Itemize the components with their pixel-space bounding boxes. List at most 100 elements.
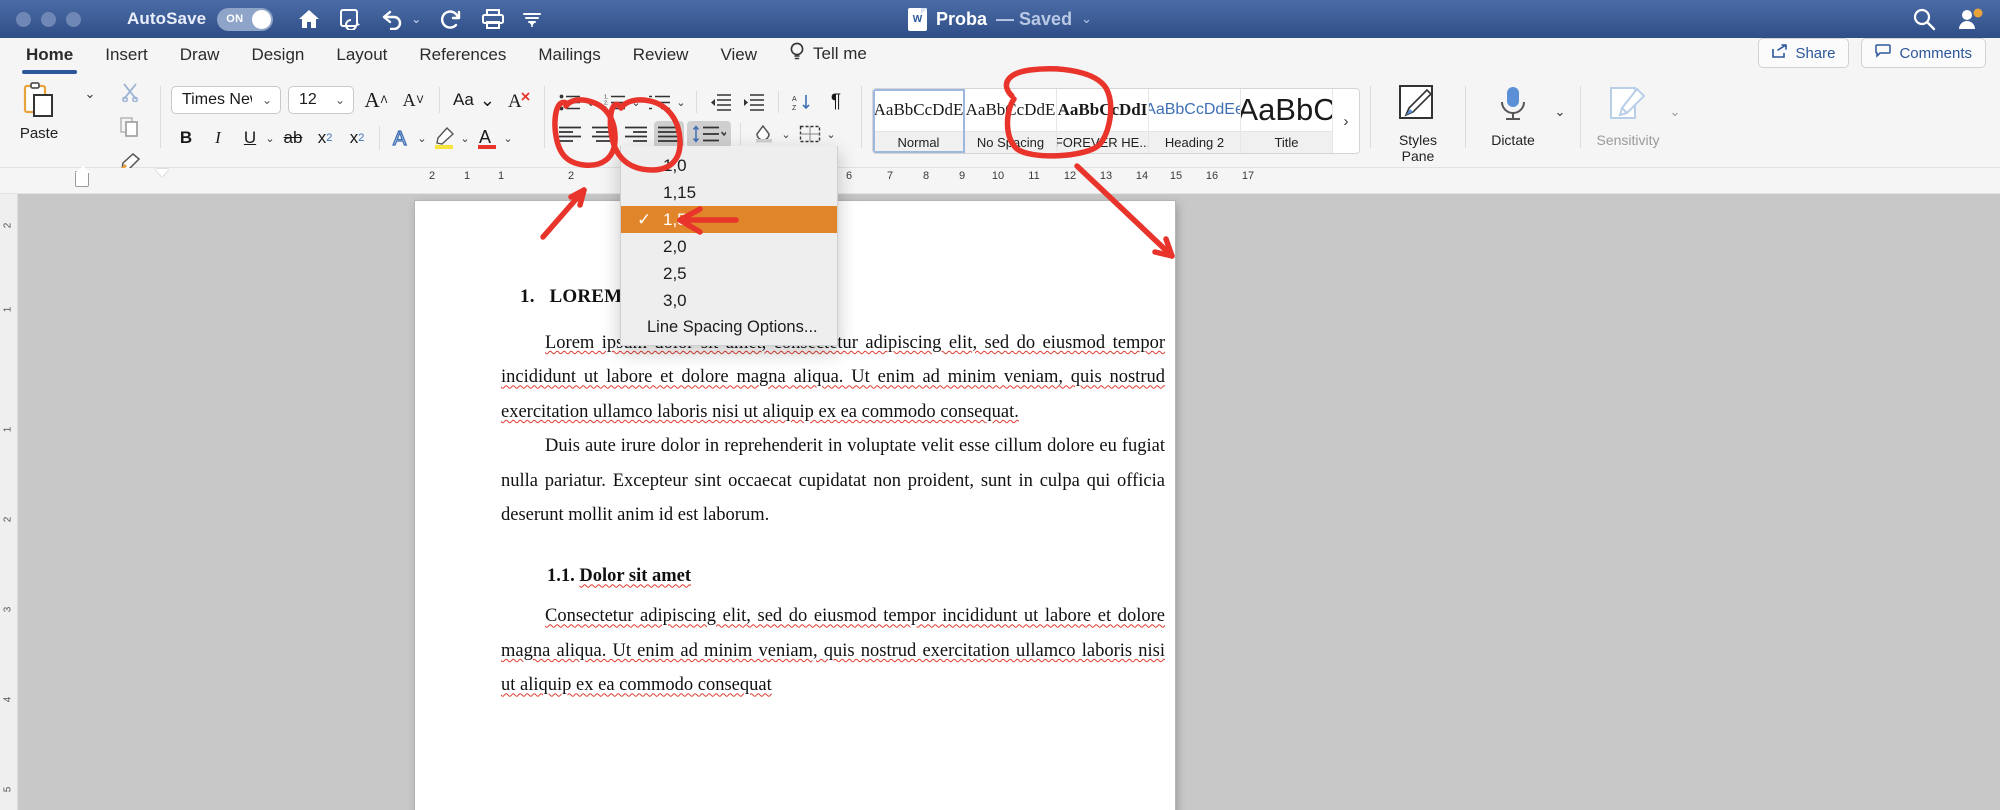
redo-icon[interactable] <box>439 8 463 30</box>
customize-toolbar-icon[interactable] <box>523 11 542 27</box>
comments-button[interactable]: Comments <box>1861 38 1986 68</box>
line-spacing-option-2-5[interactable]: 2,5 <box>621 260 837 287</box>
strikethrough-button[interactable]: ab <box>278 124 308 152</box>
cut-icon[interactable] <box>120 82 140 107</box>
line-spacing-option-1-15[interactable]: 1,15 <box>621 179 837 206</box>
justify-button[interactable] <box>654 120 684 148</box>
underline-button[interactable]: U <box>235 124 265 152</box>
sensitivity-chevron-down-icon[interactable]: ⌄ <box>1670 104 1681 120</box>
text-effects-chevron-down-icon[interactable]: ⌄ <box>416 132 428 145</box>
line-spacing-dropdown-menu[interactable]: 1,0 1,15 ✓ 1,5 2,0 2,5 3,0 Line Spacing … <box>620 146 838 346</box>
tab-design[interactable]: Design <box>235 45 320 74</box>
tab-insert[interactable]: Insert <box>89 45 164 74</box>
font-color-button[interactable]: A <box>473 124 503 152</box>
grow-font-button[interactable]: Aᐱ <box>361 86 391 114</box>
print-icon[interactable] <box>481 8 505 30</box>
styles-pane-button[interactable]: Styles Pane <box>1381 74 1455 164</box>
style-heading-2[interactable]: AaBbCcDdEe Heading 2 <box>1149 89 1241 153</box>
sort-button[interactable]: AZ <box>788 89 818 116</box>
font-name-combobox[interactable]: Times New... ⌄ <box>171 86 281 114</box>
superscript-label: x <box>349 128 359 147</box>
show-formatting-marks-button[interactable]: ¶ <box>821 89 851 116</box>
underline-chevron-down-icon[interactable]: ⌄ <box>264 132 276 145</box>
numbering-chevron-down-icon[interactable]: ⌄ <box>630 96 642 109</box>
line-spacing-option-3-0[interactable]: 3,0 <box>621 287 837 314</box>
align-left-button[interactable] <box>555 121 585 148</box>
tab-home[interactable]: Home <box>10 45 89 74</box>
align-right-button[interactable] <box>621 121 651 148</box>
multilevel-chevron-down-icon[interactable]: ⌄ <box>675 96 687 109</box>
borders-chevron-down-icon[interactable]: ⌄ <box>825 128 837 141</box>
style-title[interactable]: AaBbC Title <box>1241 89 1333 153</box>
tab-review[interactable]: Review <box>617 45 705 74</box>
style-normal[interactable]: AaBbCcDdE Normal <box>873 89 965 153</box>
copy-icon[interactable] <box>120 117 140 142</box>
paragraph-3[interactable]: Consectetur adipiscing elit, sed do eius… <box>501 599 1165 702</box>
save-sync-icon[interactable] <box>339 8 363 30</box>
text-effects-button[interactable]: A <box>387 124 417 152</box>
shading-chevron-down-icon[interactable]: ⌄ <box>780 128 792 141</box>
decrease-indent-button[interactable] <box>706 89 736 116</box>
numbering-button[interactable]: 1. 2. 3. <box>600 89 630 116</box>
title-chevron-down-icon[interactable]: ⌄ <box>1081 11 1092 27</box>
undo-chevron-down-icon[interactable]: ⌄ <box>411 12 421 26</box>
clear-formatting-button[interactable]: A <box>504 86 534 114</box>
italic-button[interactable]: I <box>203 124 233 152</box>
style-no-spacing[interactable]: AaBbCcDdE No Spacing <box>965 89 1057 153</box>
share-button[interactable]: Share <box>1758 38 1850 68</box>
highlight-button[interactable] <box>430 124 460 152</box>
borders-button[interactable] <box>795 121 825 148</box>
font-size-combobox[interactable]: 12 ⌄ <box>288 86 354 114</box>
shrink-font-button[interactable]: Aᐯ <box>398 86 428 114</box>
increase-indent-button[interactable] <box>739 89 769 116</box>
close-button[interactable] <box>16 11 31 27</box>
subscript-button[interactable]: x2 <box>310 124 340 152</box>
document-area[interactable]: 2 1 1 2 3 4 5 1. LOREM IPSUM Lorem ipsum… <box>0 194 2000 810</box>
horizontal-ruler[interactable]: 2 1 1 2 3 4 5 6 7 8 9 10 11 12 13 14 15 … <box>0 166 2000 194</box>
checkmark-icon: ✓ <box>637 209 652 229</box>
home-icon[interactable] <box>297 8 321 30</box>
highlight-chevron-down-icon[interactable]: ⌄ <box>459 132 471 145</box>
left-indent-marker[interactable] <box>75 166 91 187</box>
minimize-button[interactable] <box>41 11 56 27</box>
paragraph-2[interactable]: Duis aute irure dolor in reprehenderit i… <box>501 429 1165 532</box>
line-spacing-option-2-0[interactable]: 2,0 <box>621 233 837 260</box>
account-icon[interactable] <box>1958 7 1984 31</box>
autosave-toggle[interactable]: ON <box>217 7 274 31</box>
bold-button[interactable]: B <box>171 124 201 152</box>
tab-mailings[interactable]: Mailings <box>522 45 616 74</box>
maximize-button[interactable] <box>66 11 81 27</box>
align-center-button[interactable] <box>588 121 618 148</box>
tab-view[interactable]: View <box>704 45 773 74</box>
tab-draw[interactable]: Draw <box>164 45 236 74</box>
vertical-ruler[interactable]: 2 1 1 2 3 4 5 <box>0 194 18 810</box>
tab-references[interactable]: References <box>403 45 522 74</box>
bullets-chevron-down-icon[interactable]: ⌄ <box>585 96 597 109</box>
line-spacing-button[interactable] <box>687 120 731 148</box>
styles-gallery[interactable]: AaBbCcDdE Normal AaBbCcDdE No Spacing Aa… <box>872 88 1360 154</box>
search-icon[interactable] <box>1912 7 1936 31</box>
change-case-button[interactable]: Aa ⌄ <box>451 86 497 114</box>
undo-icon[interactable] <box>381 8 405 30</box>
bullets-button[interactable] <box>555 89 585 116</box>
paste-button[interactable]: Paste <box>8 74 70 142</box>
shading-button[interactable] <box>750 121 780 148</box>
sensitivity-button[interactable]: Sensitivity <box>1591 74 1665 148</box>
dictate-button[interactable]: Dictate <box>1476 74 1550 148</box>
dictate-chevron-down-icon[interactable]: ⌄ <box>1555 104 1566 120</box>
font-color-chevron-down-icon[interactable]: ⌄ <box>502 132 514 145</box>
superscript-button[interactable]: x2 <box>342 124 372 152</box>
tell-me-button[interactable]: Tell me <box>773 42 883 74</box>
line-spacing-label: Line Spacing Options... <box>647 318 818 336</box>
line-spacing-option-1-5[interactable]: ✓ 1,5 <box>621 206 837 233</box>
tab-layout[interactable]: Layout <box>320 45 403 74</box>
style-forever-heading[interactable]: AaBbCcDdI FOREVER HE... <box>1057 89 1149 153</box>
line-spacing-options-item[interactable]: Line Spacing Options... <box>621 314 837 341</box>
line-spacing-option-1-0[interactable]: 1,0 <box>621 152 837 179</box>
first-line-indent-marker[interactable] <box>155 169 169 177</box>
paste-chevron-down-icon[interactable]: ⌄ <box>85 86 96 102</box>
styles-gallery-more-button[interactable]: › <box>1333 89 1359 153</box>
window-controls[interactable] <box>16 11 81 27</box>
word-file-icon: W <box>908 7 928 31</box>
multilevel-list-button[interactable] <box>645 89 675 116</box>
